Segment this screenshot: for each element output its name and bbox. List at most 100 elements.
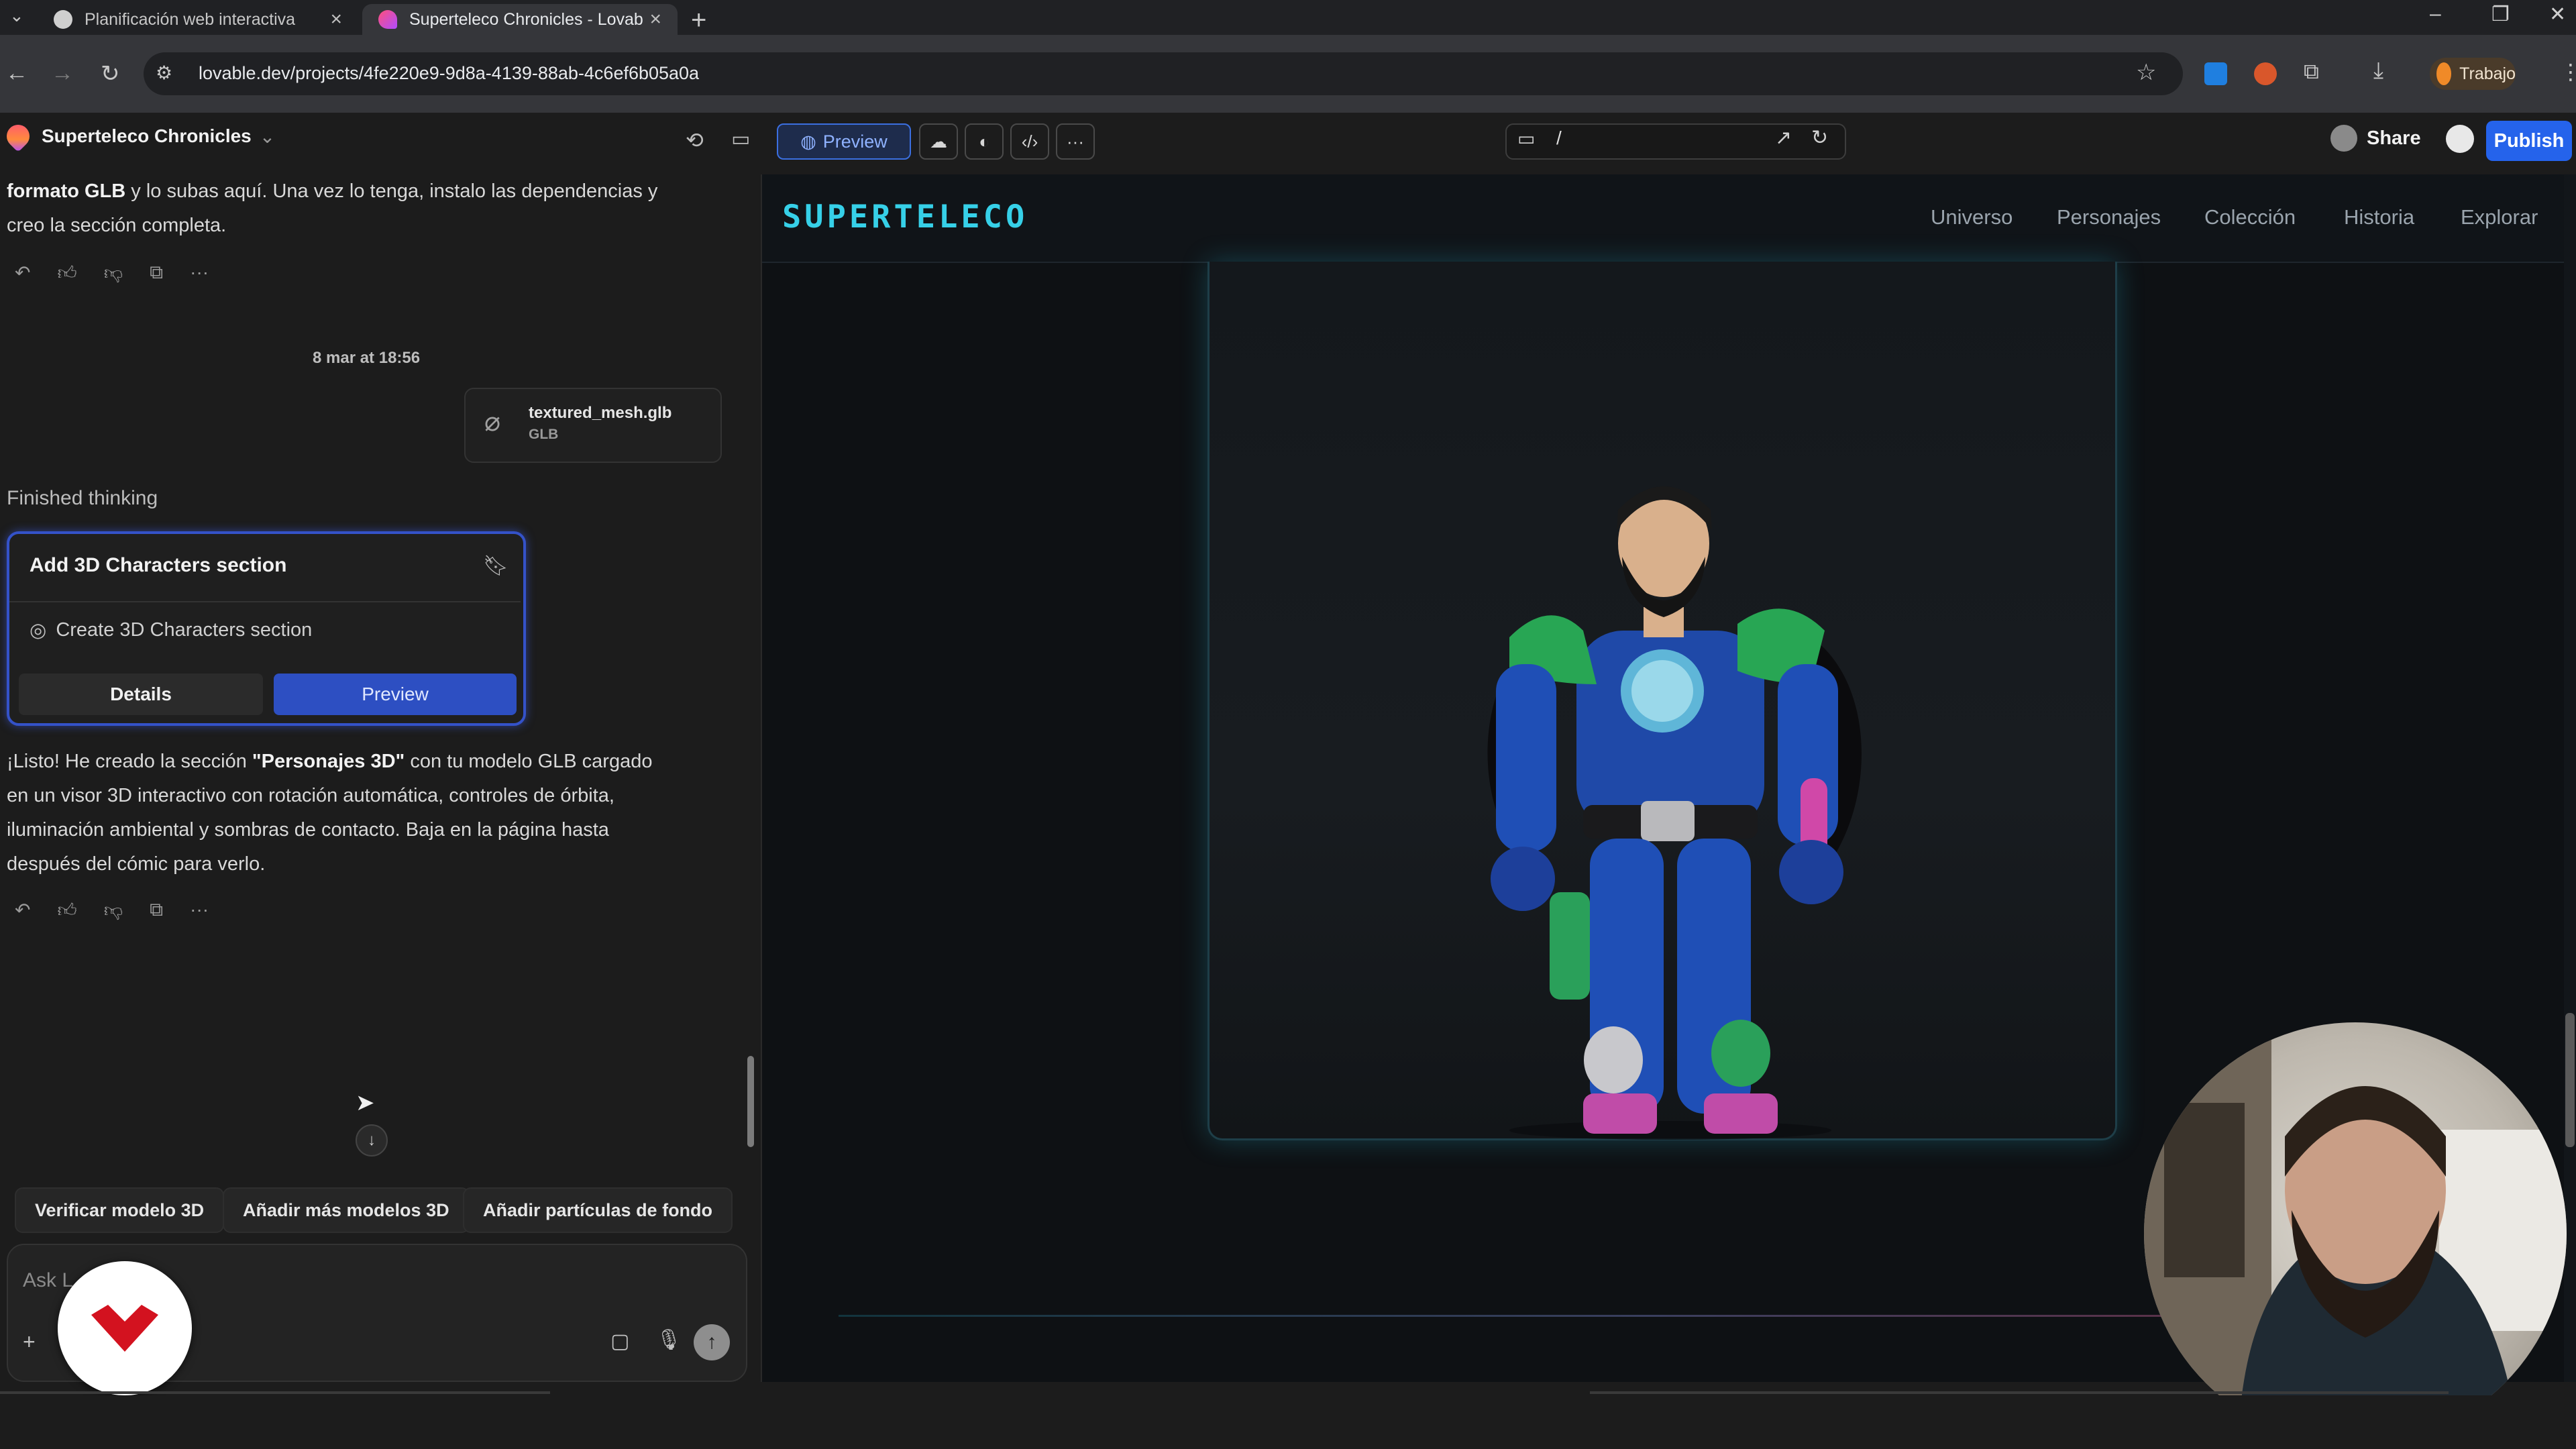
preview-horizontal-scrollbar[interactable]: [1590, 1391, 2449, 1394]
extension-claude-icon[interactable]: [2254, 62, 2277, 85]
changes-card-step: ◎ Create 3D Characters section: [30, 619, 312, 642]
project-switcher[interactable]: Superteleco Chronicles ⌄: [1, 119, 275, 153]
tab-search-chevron-icon[interactable]: ⌄: [9, 5, 24, 26]
restore-window-icon[interactable]: ❐: [2491, 3, 2510, 26]
palette-icon: ◐: [979, 131, 989, 152]
thumbs-down-icon[interactable]: 👎︎: [104, 262, 123, 284]
thinking-status[interactable]: Finished thinking: [7, 487, 158, 510]
tab-close-icon[interactable]: ×: [649, 8, 661, 31]
send-arrow-icon[interactable]: ↑: [694, 1324, 730, 1360]
attach-plus-icon[interactable]: +: [23, 1330, 36, 1354]
back-arrow-icon[interactable]: ←: [5, 60, 28, 87]
card-divider: [9, 601, 521, 602]
chat-scrollbar[interactable]: [747, 1056, 754, 1147]
site-settings-icon[interactable]: ⚙: [156, 62, 172, 84]
refresh-preview-icon[interactable]: ↻: [1811, 126, 1828, 150]
browser-menu-icon[interactable]: ⋮: [2560, 59, 2576, 85]
downloads-icon[interactable]: ⤓: [2373, 58, 2383, 84]
cloud-button[interactable]: ☁: [919, 123, 958, 160]
webcam-overlay: [2144, 1022, 2567, 1445]
undo-icon[interactable]: ↶: [15, 899, 30, 922]
assistant-message-reply: ¡Listo! He creado la sección "Personajes…: [7, 745, 718, 881]
forward-arrow-icon[interactable]: →: [51, 60, 74, 87]
paperclip-icon: ⌀: [484, 407, 501, 437]
new-tab-plus-icon[interactable]: +: [691, 5, 706, 36]
suggestion-chip[interactable]: Verificar modelo 3D: [15, 1187, 225, 1233]
preview-mode-label: Preview: [822, 131, 888, 152]
preview-scroll-thumb[interactable]: [2565, 1013, 2575, 1147]
attachment-file[interactable]: [464, 388, 722, 463]
message-actions: ↶ 👍︎ 👎︎ ⧉ ···: [15, 899, 209, 922]
microphone-icon[interactable]: 🎙︎: [656, 1328, 682, 1352]
step-label: Create 3D Characters section: [56, 619, 313, 641]
publish-button[interactable]: Publish: [2486, 121, 2572, 161]
suggestion-chip[interactable]: Añadir más modelos 3D: [223, 1187, 470, 1233]
thumbs-down-icon[interactable]: 👎︎: [104, 899, 123, 922]
code-button[interactable]: ‹/›: [1010, 123, 1049, 160]
url-text[interactable]: lovable.dev/projects/4fe220e9-9d8a-4139-…: [199, 63, 699, 84]
more-horizontal-icon[interactable]: ···: [190, 899, 209, 922]
share-button[interactable]: Share: [2330, 125, 2421, 152]
extensions-puzzle-icon[interactable]: ⧉: [2304, 59, 2319, 85]
intro-text-2: creo la sección completa.: [7, 215, 227, 236]
3d-character-model[interactable]: [1449, 470, 1892, 1140]
code-icon: ‹/›: [1021, 131, 1038, 152]
page-bottom-bar: [0, 1395, 2576, 1449]
minimize-window-icon[interactable]: –: [2430, 3, 2441, 25]
reply-text: iluminación ambiental y sombras de conta…: [7, 819, 609, 841]
chat-mode-icon[interactable]: ▢: [610, 1330, 629, 1353]
site-nav-historia[interactable]: Historia: [2344, 205, 2414, 229]
chatgpt-favicon-icon: [54, 10, 72, 29]
bookmark-icon[interactable]: 🔖︎: [483, 554, 508, 578]
attachment-type: GLB: [529, 427, 559, 442]
site-nav-personajes[interactable]: Personajes: [2057, 205, 2161, 229]
bookmark-star-icon[interactable]: ☆: [2136, 59, 2156, 86]
presenter-video-image: [2144, 1022, 2567, 1445]
site-nav-explorar[interactable]: Explorar: [2461, 205, 2538, 229]
app-header: [0, 113, 2576, 174]
message-actions: ↶ 👍︎ 👎︎ ⧉ ···: [15, 262, 209, 284]
lovable-logo-icon: [1, 119, 35, 153]
brand-logo-icon: [91, 1305, 158, 1352]
design-button[interactable]: ◐: [965, 123, 1004, 160]
project-name: Superteleco Chronicles: [42, 125, 252, 146]
thumbs-up-icon[interactable]: 👍︎: [57, 262, 76, 284]
profile-button[interactable]: Trabajo: [2430, 58, 2516, 90]
preview-scrollbar[interactable]: [2564, 174, 2576, 1382]
site-nav-universo[interactable]: Universo: [1931, 205, 2012, 229]
extension-play-icon[interactable]: [2204, 62, 2227, 85]
site-nav-coleccion[interactable]: Colección: [2204, 205, 2296, 229]
tab-close-icon[interactable]: ×: [330, 8, 342, 31]
site-logo[interactable]: SUPERTELECO: [782, 199, 1028, 235]
reload-icon[interactable]: ↻: [101, 60, 120, 87]
thumbs-up-icon[interactable]: 👍︎: [57, 899, 76, 922]
scroll-down-arrow-icon[interactable]: ↓: [356, 1124, 388, 1157]
more-horizontal-icon[interactable]: ···: [190, 262, 209, 284]
reply-text: en un visor 3D interactivo con rotación …: [7, 785, 614, 806]
tab-title: Superteleco Chronicles - Lovab: [409, 9, 643, 29]
copy-icon[interactable]: ⧉: [150, 262, 163, 284]
channel-logo-badge: [58, 1261, 192, 1395]
chat-input[interactable]: Ask L: [23, 1269, 73, 1292]
message-date: 8 mar at 18:56: [313, 349, 421, 367]
sidebar-toggle-icon[interactable]: ▭: [731, 127, 750, 151]
details-button[interactable]: Details: [19, 674, 263, 715]
github-icon[interactable]: [2446, 125, 2474, 153]
browser-tab-planificacion[interactable]: Planificación web interactiva ×: [38, 4, 358, 35]
undo-icon[interactable]: ↶: [15, 262, 30, 284]
open-external-icon[interactable]: ↗: [1775, 126, 1792, 150]
more-horizontal-icon: ···: [1067, 131, 1084, 152]
preview-mode-button[interactable]: ◍ Preview: [777, 123, 911, 160]
more-button[interactable]: ···: [1056, 123, 1095, 160]
browser-tab-superteleco[interactable]: Superteleco Chronicles - Lovab ×: [362, 4, 678, 35]
chat-horizontal-scrollbar[interactable]: [0, 1391, 550, 1394]
check-circle-icon: ◎: [30, 620, 47, 641]
card-preview-button[interactable]: Preview: [274, 674, 517, 715]
device-monitor-icon[interactable]: ▭: [1517, 127, 1535, 150]
close-window-icon[interactable]: ✕: [2549, 3, 2566, 26]
tab-title: Planificación web interactiva: [85, 9, 296, 29]
route-path[interactable]: /: [1556, 127, 1562, 149]
history-icon[interactable]: ⟲: [686, 127, 704, 153]
suggestion-chip[interactable]: Añadir partículas de fondo: [463, 1187, 733, 1233]
copy-icon[interactable]: ⧉: [150, 899, 163, 922]
